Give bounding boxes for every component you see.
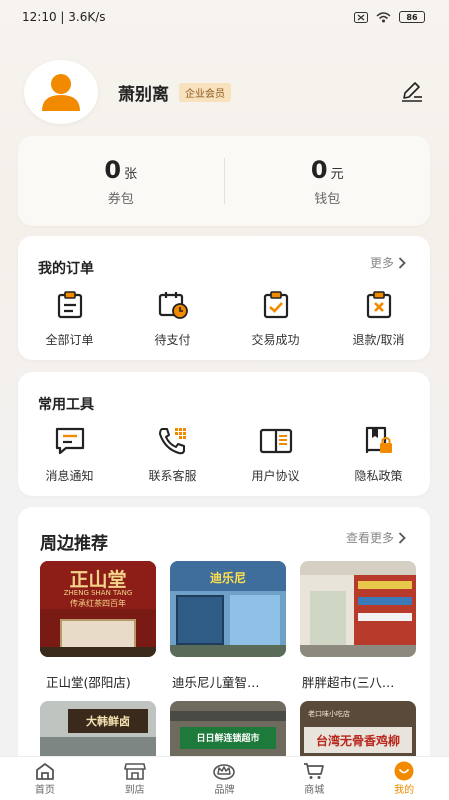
shop-sign-text: 迪乐尼 <box>210 571 247 585</box>
orders-card: 我的订单 更多 全部订单 待支付 交易成功 退款/取消 <box>18 236 430 360</box>
shop-sign-subtext: ZHENG SHAN TANG <box>63 589 133 597</box>
wallet-balance: 0 <box>310 155 328 184</box>
clipboard-icon <box>53 288 87 322</box>
lock-book-icon <box>362 424 396 458</box>
battery-icon: 86 <box>399 11 425 23</box>
chevron-right-icon <box>398 256 406 269</box>
shop-image-pangpang[interactable] <box>300 561 416 657</box>
tab-store-label: 到店 <box>124 785 145 796</box>
orders-more-link[interactable]: 更多 <box>370 254 406 271</box>
tab-store[interactable]: 到店 <box>90 757 180 800</box>
order-success-button[interactable]: 交易成功 <box>224 288 327 348</box>
wallet-unit: 元 <box>330 166 344 182</box>
chevron-right-icon <box>398 531 406 544</box>
orders-grid: 全部订单 待支付 交易成功 退款/取消 <box>18 288 430 348</box>
tab-mall-label: 商城 <box>304 785 325 796</box>
book-icon <box>259 424 293 458</box>
status-bar: 12:10 | 3.6K/s 86 <box>0 0 449 34</box>
edit-icon <box>402 82 422 102</box>
cart-icon <box>303 761 325 781</box>
order-success-label: 交易成功 <box>251 333 300 347</box>
tool-service-label: 联系客服 <box>148 469 197 483</box>
order-unpaid-button[interactable]: 待支付 <box>121 288 224 348</box>
profile-header: 萧别离 企业会员 <box>24 58 425 126</box>
tool-agreement-label: 用户协议 <box>251 469 300 483</box>
shop-sign-text: 日日鲜连锁超市 <box>196 734 260 744</box>
order-all-button[interactable]: 全部订单 <box>18 288 121 348</box>
wallet-label: 钱包 <box>314 191 341 207</box>
user-icon <box>393 761 415 781</box>
battery-level: 86 <box>406 12 418 22</box>
tools-card: 常用工具 消息通知 联系客服 用户协议 隐私政策 <box>18 372 430 496</box>
wallet-card: 0张 券包 0元 钱包 <box>18 136 430 226</box>
nearby-more-label: 查看更多 <box>345 531 394 545</box>
status-icons: 86 <box>354 11 425 23</box>
edit-profile-button[interactable] <box>399 79 425 105</box>
tools-grid: 消息通知 联系客服 用户协议 隐私政策 <box>18 424 430 484</box>
store-icon <box>123 761 146 781</box>
order-refund-button[interactable]: 退款/取消 <box>327 288 430 348</box>
shop-name[interactable]: 迪乐尼儿童智… <box>172 672 292 691</box>
tab-mall[interactable]: 商城 <box>269 757 359 800</box>
tool-agreement-button[interactable]: 用户协议 <box>224 424 327 484</box>
tab-home[interactable]: 首页 <box>0 757 90 800</box>
tool-service-button[interactable]: 联系客服 <box>121 424 224 484</box>
coupon-label: 券包 <box>107 191 134 207</box>
tool-privacy-button[interactable]: 隐私政策 <box>327 424 430 484</box>
message-icon <box>53 424 87 458</box>
money-wallet[interactable]: 0元 钱包 <box>225 156 431 207</box>
orders-more-label: 更多 <box>369 256 394 270</box>
orders-title: 我的订单 <box>38 261 94 277</box>
tab-mine-label: 我的 <box>394 785 415 796</box>
order-all-label: 全部订单 <box>45 333 94 347</box>
nearby-card: 周边推荐 查看更多 正山堂 ZHENG SHAN TANG 传承红茶四百年 正山… <box>18 507 430 767</box>
tool-privacy-label: 隐私政策 <box>354 469 403 483</box>
tools-title: 常用工具 <box>38 397 94 413</box>
nearby-title: 周边推荐 <box>40 534 108 554</box>
coupon-unit: 张 <box>124 166 138 182</box>
coupon-count: 0 <box>104 155 122 184</box>
tab-brand[interactable]: 品牌 <box>180 757 270 800</box>
shop-sign-slogan: 传承红茶四百年 <box>70 599 126 608</box>
member-badge: 企业会员 <box>179 82 231 102</box>
shop-sign-text: 大韩鲜卤 <box>86 715 130 728</box>
shop-image-zhengshantang[interactable]: 正山堂 ZHENG SHAN TANG 传承红茶四百年 <box>40 561 156 657</box>
nearby-more-link[interactable]: 查看更多 <box>346 529 406 546</box>
tab-mine[interactable]: 我的 <box>359 757 449 800</box>
order-unpaid-label: 待支付 <box>154 333 191 347</box>
shop-image-dileni[interactable]: 迪乐尼 <box>170 561 286 657</box>
calendar-clock-icon <box>156 288 190 322</box>
bottom-tab-bar: 首页 到店 品牌 商城 我的 <box>0 756 449 800</box>
home-icon <box>34 761 56 781</box>
tool-messages-button[interactable]: 消息通知 <box>18 424 121 484</box>
tab-brand-label: 品牌 <box>214 785 235 796</box>
shop-sign-text: 台湾无骨香鸡柳 <box>315 734 400 748</box>
crown-icon <box>213 761 236 781</box>
user-avatar-icon <box>42 74 80 111</box>
user-name: 萧别离 <box>118 84 169 105</box>
shop-sign-subtext: 老口味小吃店 <box>308 710 350 718</box>
shop-sign-text: 正山堂 <box>69 569 127 591</box>
tab-home-label: 首页 <box>34 785 55 796</box>
sim-off-icon <box>354 11 368 23</box>
clipboard-x-icon <box>362 288 396 322</box>
avatar[interactable] <box>24 60 98 124</box>
phone-keypad-icon <box>156 424 190 458</box>
clipboard-check-icon <box>259 288 293 322</box>
coupon-wallet[interactable]: 0张 券包 <box>18 156 224 207</box>
wifi-icon <box>376 11 391 22</box>
shop-name[interactable]: 正山堂(邵阳店) <box>46 672 166 691</box>
order-refund-label: 退款/取消 <box>352 333 405 347</box>
tool-messages-label: 消息通知 <box>45 469 94 483</box>
shop-name[interactable]: 胖胖超市(三八… <box>302 672 422 691</box>
status-time: 12:10 | 3.6K/s <box>22 10 106 24</box>
